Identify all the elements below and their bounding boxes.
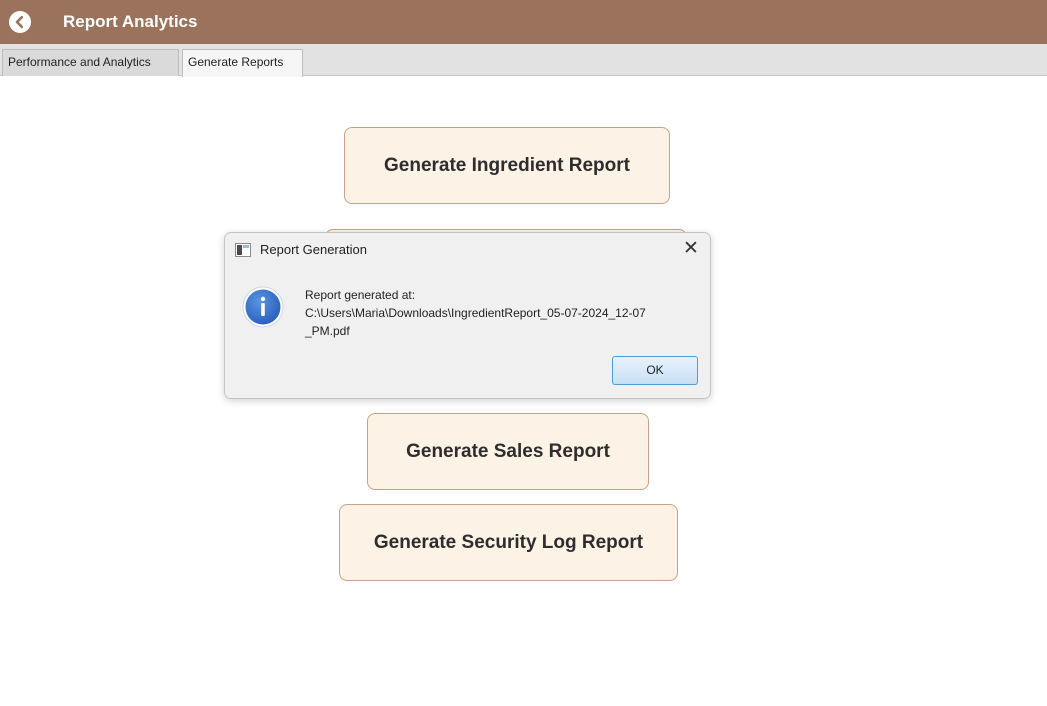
message-line: Report generated at: bbox=[305, 288, 416, 302]
message-line: _PM.pdf bbox=[305, 324, 350, 338]
report-analytics-window: Report Analytics Performance and Analyti… bbox=[0, 0, 1047, 706]
chevron-left-icon bbox=[15, 15, 24, 29]
generate-ingredient-report-button[interactable]: Generate Ingredient Report bbox=[344, 127, 670, 204]
generate-sales-report-button[interactable]: Generate Sales Report bbox=[367, 413, 649, 490]
dialog-title: Report Generation bbox=[260, 242, 367, 257]
page-title: Report Analytics bbox=[63, 12, 198, 31]
ok-button[interactable]: OK bbox=[612, 356, 698, 385]
window-icon bbox=[235, 243, 251, 257]
tab-bar: Performance and Analytics Generate Repor… bbox=[0, 44, 1047, 77]
generate-security-log-report-button[interactable]: Generate Security Log Report bbox=[339, 504, 678, 581]
back-button[interactable] bbox=[9, 11, 31, 33]
info-icon bbox=[242, 286, 284, 328]
tab-performance-and-analytics[interactable]: Performance and Analytics bbox=[2, 49, 179, 76]
message-line: C:\Users\Maria\Downloads\IngredientRepor… bbox=[305, 306, 646, 320]
header-bar: Report Analytics bbox=[0, 0, 1047, 44]
report-generation-dialog: Report Generation ✕ Report generated at:… bbox=[224, 232, 711, 399]
close-icon[interactable]: ✕ bbox=[680, 238, 702, 260]
dialog-message: Report generated at: C:\Users\Maria\Down… bbox=[305, 286, 705, 340]
tab-generate-reports[interactable]: Generate Reports bbox=[182, 49, 303, 77]
